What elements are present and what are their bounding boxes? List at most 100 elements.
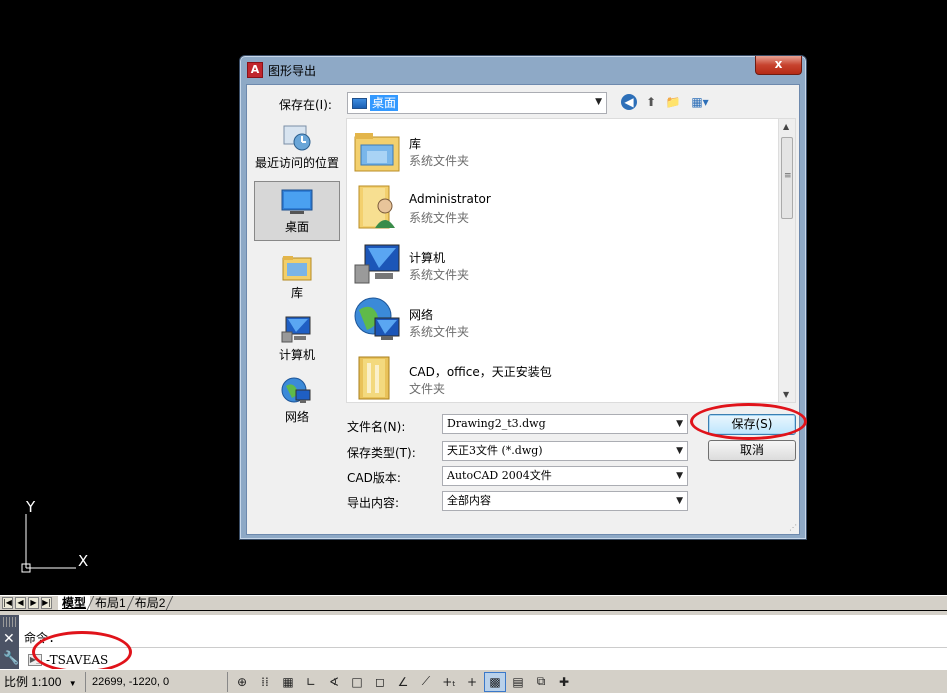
network-icon (353, 296, 401, 344)
chevron-down-icon[interactable]: ▼ (676, 415, 683, 433)
view-menu-icon[interactable]: ▦▾ (687, 94, 713, 110)
chevron-down-icon: ▼ (68, 678, 77, 688)
ucs-icon: Y X (18, 498, 98, 578)
filename-label: 文件名(N): (347, 420, 406, 434)
next-tab-icon[interactable]: ▶ (28, 597, 39, 609)
file-name: Administrator (409, 192, 491, 206)
save-in-dropdown[interactable]: 桌面 ▼ (347, 92, 607, 114)
dynamic-ucs-icon[interactable]: ⟋ (415, 672, 437, 692)
file-type: 系统文件夹 (409, 211, 470, 225)
lineweight-icon[interactable]: + (461, 672, 483, 692)
libraries-icon (353, 125, 401, 173)
infer-constraints-icon[interactable]: ⊕ (231, 672, 253, 692)
place-label: 计算机 (278, 348, 315, 362)
place-desktop[interactable]: 桌面 (254, 181, 340, 241)
back-icon[interactable]: ◀ (621, 94, 637, 110)
command-line-window: ✕ 🔧 命令: ▶_ -TSAVEAS (0, 611, 947, 673)
up-folder-icon[interactable]: ⬆ (643, 94, 659, 110)
file-type: 系统文件夹 (409, 154, 470, 168)
dynamic-input-icon[interactable]: +ₜ (438, 672, 460, 692)
place-libraries[interactable]: 库 (254, 248, 340, 304)
place-label: 网络 (284, 410, 309, 424)
layout-tab-bar: |◀ ◀ ▶ ▶| 模型 布局1 布局2 (0, 595, 947, 610)
file-name: 库 (409, 137, 422, 151)
chevron-down-icon[interactable]: ▼ (676, 442, 683, 460)
file-list[interactable]: 库 系统文件夹 Administrator 系统文件夹 计算机 系统文件夹 网络… (346, 118, 796, 403)
file-name: 计算机 (409, 251, 446, 265)
computer-icon (353, 239, 401, 287)
new-folder-icon[interactable]: 📁 (665, 94, 681, 110)
place-recent[interactable]: 最近访问的位置 (254, 118, 340, 178)
scale-text: 比例 1:100 (4, 674, 62, 689)
file-type: 系统文件夹 (409, 268, 470, 282)
ortho-mode-icon[interactable]: ∟ (300, 672, 322, 692)
list-item[interactable]: 库 系统文件夹 (351, 121, 771, 175)
file-name: 网络 (409, 308, 434, 322)
file-list-scrollbar[interactable]: ▲ ≡ ▼ (778, 119, 795, 402)
dialog-title: 图形导出 (268, 64, 317, 78)
cad-version-value: AutoCAD 2004文件 (447, 469, 552, 482)
scroll-down-icon[interactable]: ▼ (783, 390, 789, 399)
computer-icon (280, 314, 314, 344)
tab-model[interactable]: 模型 (58, 596, 91, 610)
folder-icon (353, 353, 401, 401)
cad-version-dropdown[interactable]: AutoCAD 2004文件 ▼ (442, 466, 688, 486)
list-item[interactable]: 网络 系统文件夹 (351, 292, 771, 346)
transparency-icon[interactable]: ▩ (484, 671, 506, 692)
export-content-value: 全部内容 (447, 494, 491, 507)
savetype-value: 天正3文件 (*.dwg) (447, 444, 543, 457)
places-bar: 最近访问的位置 桌面 库 计算机 网络 (252, 118, 342, 526)
object-snap-icon[interactable]: □ (346, 672, 368, 692)
dialog-title-bar[interactable]: A 图形导出 x (240, 56, 806, 84)
file-name: CAD，office，天正安装包 (409, 365, 552, 379)
list-item[interactable]: CAD，office，天正安装包 文件夹 (351, 349, 771, 403)
filename-input[interactable]: Drawing2_t3.dwg ▼ (442, 414, 688, 434)
tab-layout1[interactable]: 布局1 (91, 596, 130, 610)
grid-display-icon[interactable]: ▦ (277, 672, 299, 692)
file-type: 文件夹 (409, 382, 446, 396)
3d-object-snap-icon[interactable]: ◻ (369, 672, 391, 692)
coordinates-display[interactable]: 22699, -1220, 0 (86, 671, 228, 692)
export-content-label: 导出内容: (347, 496, 400, 510)
prev-tab-icon[interactable]: ◀ (15, 597, 26, 609)
network-icon (280, 376, 314, 406)
snap-mode-icon[interactable]: ⁞⁞ (254, 672, 276, 692)
autocad-window: Y X |◀ ◀ ▶ ▶| 模型 布局1 布局2 ✕ 🔧 命令: ▶_ -TSA… (0, 0, 947, 693)
scroll-up-icon[interactable]: ▲ (783, 122, 789, 131)
file-type: 系统文件夹 (409, 325, 470, 339)
last-tab-icon[interactable]: ▶| (41, 597, 52, 609)
tab-layout2[interactable]: 布局2 (131, 596, 170, 610)
chevron-down-icon[interactable]: ▼ (676, 467, 683, 485)
cancel-button[interactable]: 取消 (708, 440, 796, 461)
polar-tracking-icon[interactable]: ∢ (323, 672, 345, 692)
chevron-down-icon[interactable]: ▼ (676, 492, 683, 510)
ucs-x-label: X (78, 552, 89, 570)
desktop-icon (280, 186, 314, 216)
dialog-body: 保存在(I): 桌面 ▼ ◀ ⬆ 📁 ▦▾ 最近访问的位置 桌面 库 计算机 网… (246, 84, 800, 535)
annotation-circle-command (32, 631, 132, 673)
save-in-value: 桌面 (370, 95, 399, 111)
place-computer[interactable]: 计算机 (254, 310, 340, 366)
savetype-dropdown[interactable]: 天正3文件 (*.dwg) ▼ (442, 441, 688, 461)
wrench-icon[interactable]: 🔧 (3, 651, 19, 666)
close-icon[interactable]: ✕ (3, 631, 15, 647)
close-button[interactable]: x (755, 56, 802, 75)
place-label: 最近访问的位置 (254, 156, 339, 170)
annotation-circle-save (690, 403, 807, 440)
export-content-dropdown[interactable]: 全部内容 ▼ (442, 491, 688, 511)
place-label: 桌面 (284, 220, 309, 234)
first-tab-icon[interactable]: |◀ (2, 597, 13, 609)
list-item[interactable]: Administrator 系统文件夹 (351, 178, 771, 232)
place-network[interactable]: 网络 (254, 372, 340, 428)
quick-properties-icon[interactable]: ▤ (507, 672, 529, 692)
save-in-label: 保存在(I): (279, 98, 332, 112)
resize-grip-icon[interactable]: ⋰ (789, 523, 797, 532)
list-item[interactable]: 计算机 系统文件夹 (351, 235, 771, 289)
place-label: 库 (290, 286, 303, 300)
selection-cycling-icon[interactable]: ⧉ (530, 672, 552, 692)
object-snap-tracking-icon[interactable]: ∠ (392, 672, 414, 692)
annotation-monitor-icon[interactable]: ✚ (553, 672, 575, 692)
desktop-icon (352, 98, 367, 109)
autocad-logo-icon: A (247, 62, 263, 78)
annotation-scale[interactable]: 比例 1:100 ▼ (0, 671, 86, 692)
